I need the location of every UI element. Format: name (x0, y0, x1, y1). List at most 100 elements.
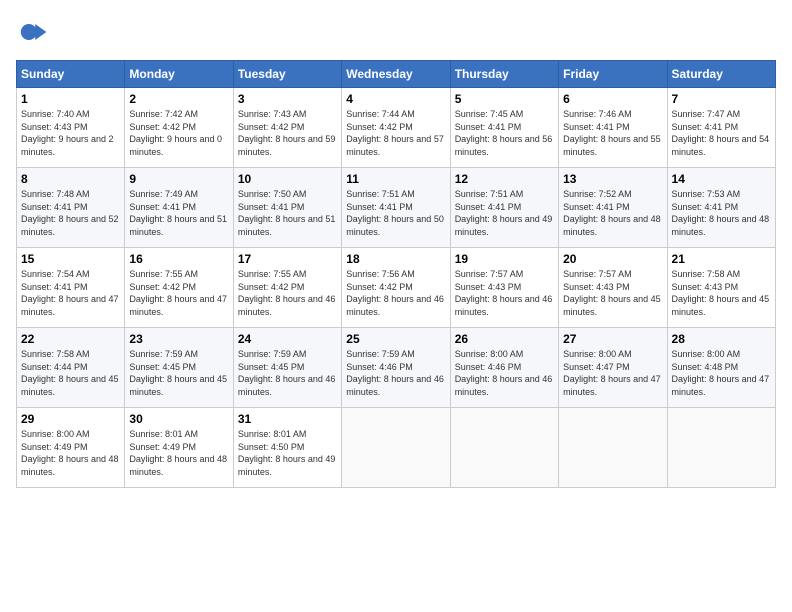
day-cell (667, 408, 775, 488)
day-info: Sunrise: 7:44 AM Sunset: 4:42 PM Dayligh… (346, 108, 445, 158)
day-number: 7 (672, 92, 771, 106)
day-info: Sunrise: 7:46 AM Sunset: 4:41 PM Dayligh… (563, 108, 662, 158)
day-cell: 22 Sunrise: 7:58 AM Sunset: 4:44 PM Dayl… (17, 328, 125, 408)
day-info: Sunrise: 7:58 AM Sunset: 4:43 PM Dayligh… (672, 268, 771, 318)
day-cell: 23 Sunrise: 7:59 AM Sunset: 4:45 PM Dayl… (125, 328, 233, 408)
day-cell: 17 Sunrise: 7:55 AM Sunset: 4:42 PM Dayl… (233, 248, 341, 328)
day-number: 16 (129, 252, 228, 266)
day-number: 30 (129, 412, 228, 426)
week-row-3: 15 Sunrise: 7:54 AM Sunset: 4:41 PM Dayl… (17, 248, 776, 328)
day-cell: 16 Sunrise: 7:55 AM Sunset: 4:42 PM Dayl… (125, 248, 233, 328)
day-cell: 7 Sunrise: 7:47 AM Sunset: 4:41 PM Dayli… (667, 88, 775, 168)
header-sunday: Sunday (17, 61, 125, 88)
day-info: Sunrise: 8:01 AM Sunset: 4:50 PM Dayligh… (238, 428, 337, 478)
day-info: Sunrise: 8:00 AM Sunset: 4:46 PM Dayligh… (455, 348, 554, 398)
day-info: Sunrise: 7:45 AM Sunset: 4:41 PM Dayligh… (455, 108, 554, 158)
day-info: Sunrise: 7:58 AM Sunset: 4:44 PM Dayligh… (21, 348, 120, 398)
page-header (16, 16, 776, 48)
day-number: 17 (238, 252, 337, 266)
header-tuesday: Tuesday (233, 61, 341, 88)
day-number: 9 (129, 172, 228, 186)
week-row-1: 1 Sunrise: 7:40 AM Sunset: 4:43 PM Dayli… (17, 88, 776, 168)
day-cell: 6 Sunrise: 7:46 AM Sunset: 4:41 PM Dayli… (559, 88, 667, 168)
day-cell: 24 Sunrise: 7:59 AM Sunset: 4:45 PM Dayl… (233, 328, 341, 408)
day-info: Sunrise: 7:53 AM Sunset: 4:41 PM Dayligh… (672, 188, 771, 238)
day-cell: 14 Sunrise: 7:53 AM Sunset: 4:41 PM Dayl… (667, 168, 775, 248)
day-info: Sunrise: 7:43 AM Sunset: 4:42 PM Dayligh… (238, 108, 337, 158)
day-number: 13 (563, 172, 662, 186)
week-row-4: 22 Sunrise: 7:58 AM Sunset: 4:44 PM Dayl… (17, 328, 776, 408)
header-wednesday: Wednesday (342, 61, 450, 88)
day-info: Sunrise: 7:40 AM Sunset: 4:43 PM Dayligh… (21, 108, 120, 158)
day-number: 23 (129, 332, 228, 346)
day-cell: 29 Sunrise: 8:00 AM Sunset: 4:49 PM Dayl… (17, 408, 125, 488)
day-number: 8 (21, 172, 120, 186)
day-info: Sunrise: 7:59 AM Sunset: 4:45 PM Dayligh… (238, 348, 337, 398)
day-number: 25 (346, 332, 445, 346)
day-info: Sunrise: 7:57 AM Sunset: 4:43 PM Dayligh… (563, 268, 662, 318)
day-cell: 18 Sunrise: 7:56 AM Sunset: 4:42 PM Dayl… (342, 248, 450, 328)
day-number: 22 (21, 332, 120, 346)
day-number: 4 (346, 92, 445, 106)
day-cell: 1 Sunrise: 7:40 AM Sunset: 4:43 PM Dayli… (17, 88, 125, 168)
day-number: 31 (238, 412, 337, 426)
day-info: Sunrise: 7:59 AM Sunset: 4:46 PM Dayligh… (346, 348, 445, 398)
day-info: Sunrise: 7:49 AM Sunset: 4:41 PM Dayligh… (129, 188, 228, 238)
day-cell: 27 Sunrise: 8:00 AM Sunset: 4:47 PM Dayl… (559, 328, 667, 408)
week-row-2: 8 Sunrise: 7:48 AM Sunset: 4:41 PM Dayli… (17, 168, 776, 248)
day-info: Sunrise: 7:51 AM Sunset: 4:41 PM Dayligh… (346, 188, 445, 238)
day-number: 19 (455, 252, 554, 266)
day-number: 26 (455, 332, 554, 346)
day-number: 6 (563, 92, 662, 106)
day-number: 29 (21, 412, 120, 426)
week-row-5: 29 Sunrise: 8:00 AM Sunset: 4:49 PM Dayl… (17, 408, 776, 488)
day-cell (450, 408, 558, 488)
day-cell: 31 Sunrise: 8:01 AM Sunset: 4:50 PM Dayl… (233, 408, 341, 488)
header-thursday: Thursday (450, 61, 558, 88)
day-info: Sunrise: 7:42 AM Sunset: 4:42 PM Dayligh… (129, 108, 228, 158)
day-cell (342, 408, 450, 488)
day-info: Sunrise: 7:55 AM Sunset: 4:42 PM Dayligh… (129, 268, 228, 318)
day-number: 14 (672, 172, 771, 186)
day-number: 10 (238, 172, 337, 186)
day-cell: 12 Sunrise: 7:51 AM Sunset: 4:41 PM Dayl… (450, 168, 558, 248)
day-cell: 15 Sunrise: 7:54 AM Sunset: 4:41 PM Dayl… (17, 248, 125, 328)
day-info: Sunrise: 7:55 AM Sunset: 4:42 PM Dayligh… (238, 268, 337, 318)
day-info: Sunrise: 7:56 AM Sunset: 4:42 PM Dayligh… (346, 268, 445, 318)
day-info: Sunrise: 7:50 AM Sunset: 4:41 PM Dayligh… (238, 188, 337, 238)
header-row: SundayMondayTuesdayWednesdayThursdayFrid… (17, 61, 776, 88)
day-number: 3 (238, 92, 337, 106)
day-cell: 8 Sunrise: 7:48 AM Sunset: 4:41 PM Dayli… (17, 168, 125, 248)
day-number: 11 (346, 172, 445, 186)
header-monday: Monday (125, 61, 233, 88)
day-cell: 26 Sunrise: 8:00 AM Sunset: 4:46 PM Dayl… (450, 328, 558, 408)
logo-icon (16, 16, 48, 48)
calendar-table: SundayMondayTuesdayWednesdayThursdayFrid… (16, 60, 776, 488)
day-cell: 4 Sunrise: 7:44 AM Sunset: 4:42 PM Dayli… (342, 88, 450, 168)
day-cell: 5 Sunrise: 7:45 AM Sunset: 4:41 PM Dayli… (450, 88, 558, 168)
day-number: 20 (563, 252, 662, 266)
day-number: 18 (346, 252, 445, 266)
day-info: Sunrise: 8:00 AM Sunset: 4:47 PM Dayligh… (563, 348, 662, 398)
day-cell: 30 Sunrise: 8:01 AM Sunset: 4:49 PM Dayl… (125, 408, 233, 488)
day-number: 24 (238, 332, 337, 346)
day-info: Sunrise: 8:01 AM Sunset: 4:49 PM Dayligh… (129, 428, 228, 478)
day-cell: 28 Sunrise: 8:00 AM Sunset: 4:48 PM Dayl… (667, 328, 775, 408)
day-number: 27 (563, 332, 662, 346)
day-info: Sunrise: 7:57 AM Sunset: 4:43 PM Dayligh… (455, 268, 554, 318)
day-number: 2 (129, 92, 228, 106)
day-info: Sunrise: 7:51 AM Sunset: 4:41 PM Dayligh… (455, 188, 554, 238)
day-info: Sunrise: 7:47 AM Sunset: 4:41 PM Dayligh… (672, 108, 771, 158)
day-cell: 11 Sunrise: 7:51 AM Sunset: 4:41 PM Dayl… (342, 168, 450, 248)
day-cell: 13 Sunrise: 7:52 AM Sunset: 4:41 PM Dayl… (559, 168, 667, 248)
logo (16, 16, 52, 48)
day-cell: 2 Sunrise: 7:42 AM Sunset: 4:42 PM Dayli… (125, 88, 233, 168)
day-info: Sunrise: 7:59 AM Sunset: 4:45 PM Dayligh… (129, 348, 228, 398)
day-cell: 21 Sunrise: 7:58 AM Sunset: 4:43 PM Dayl… (667, 248, 775, 328)
day-number: 12 (455, 172, 554, 186)
day-number: 5 (455, 92, 554, 106)
day-info: Sunrise: 7:52 AM Sunset: 4:41 PM Dayligh… (563, 188, 662, 238)
day-info: Sunrise: 7:48 AM Sunset: 4:41 PM Dayligh… (21, 188, 120, 238)
header-friday: Friday (559, 61, 667, 88)
day-cell: 25 Sunrise: 7:59 AM Sunset: 4:46 PM Dayl… (342, 328, 450, 408)
